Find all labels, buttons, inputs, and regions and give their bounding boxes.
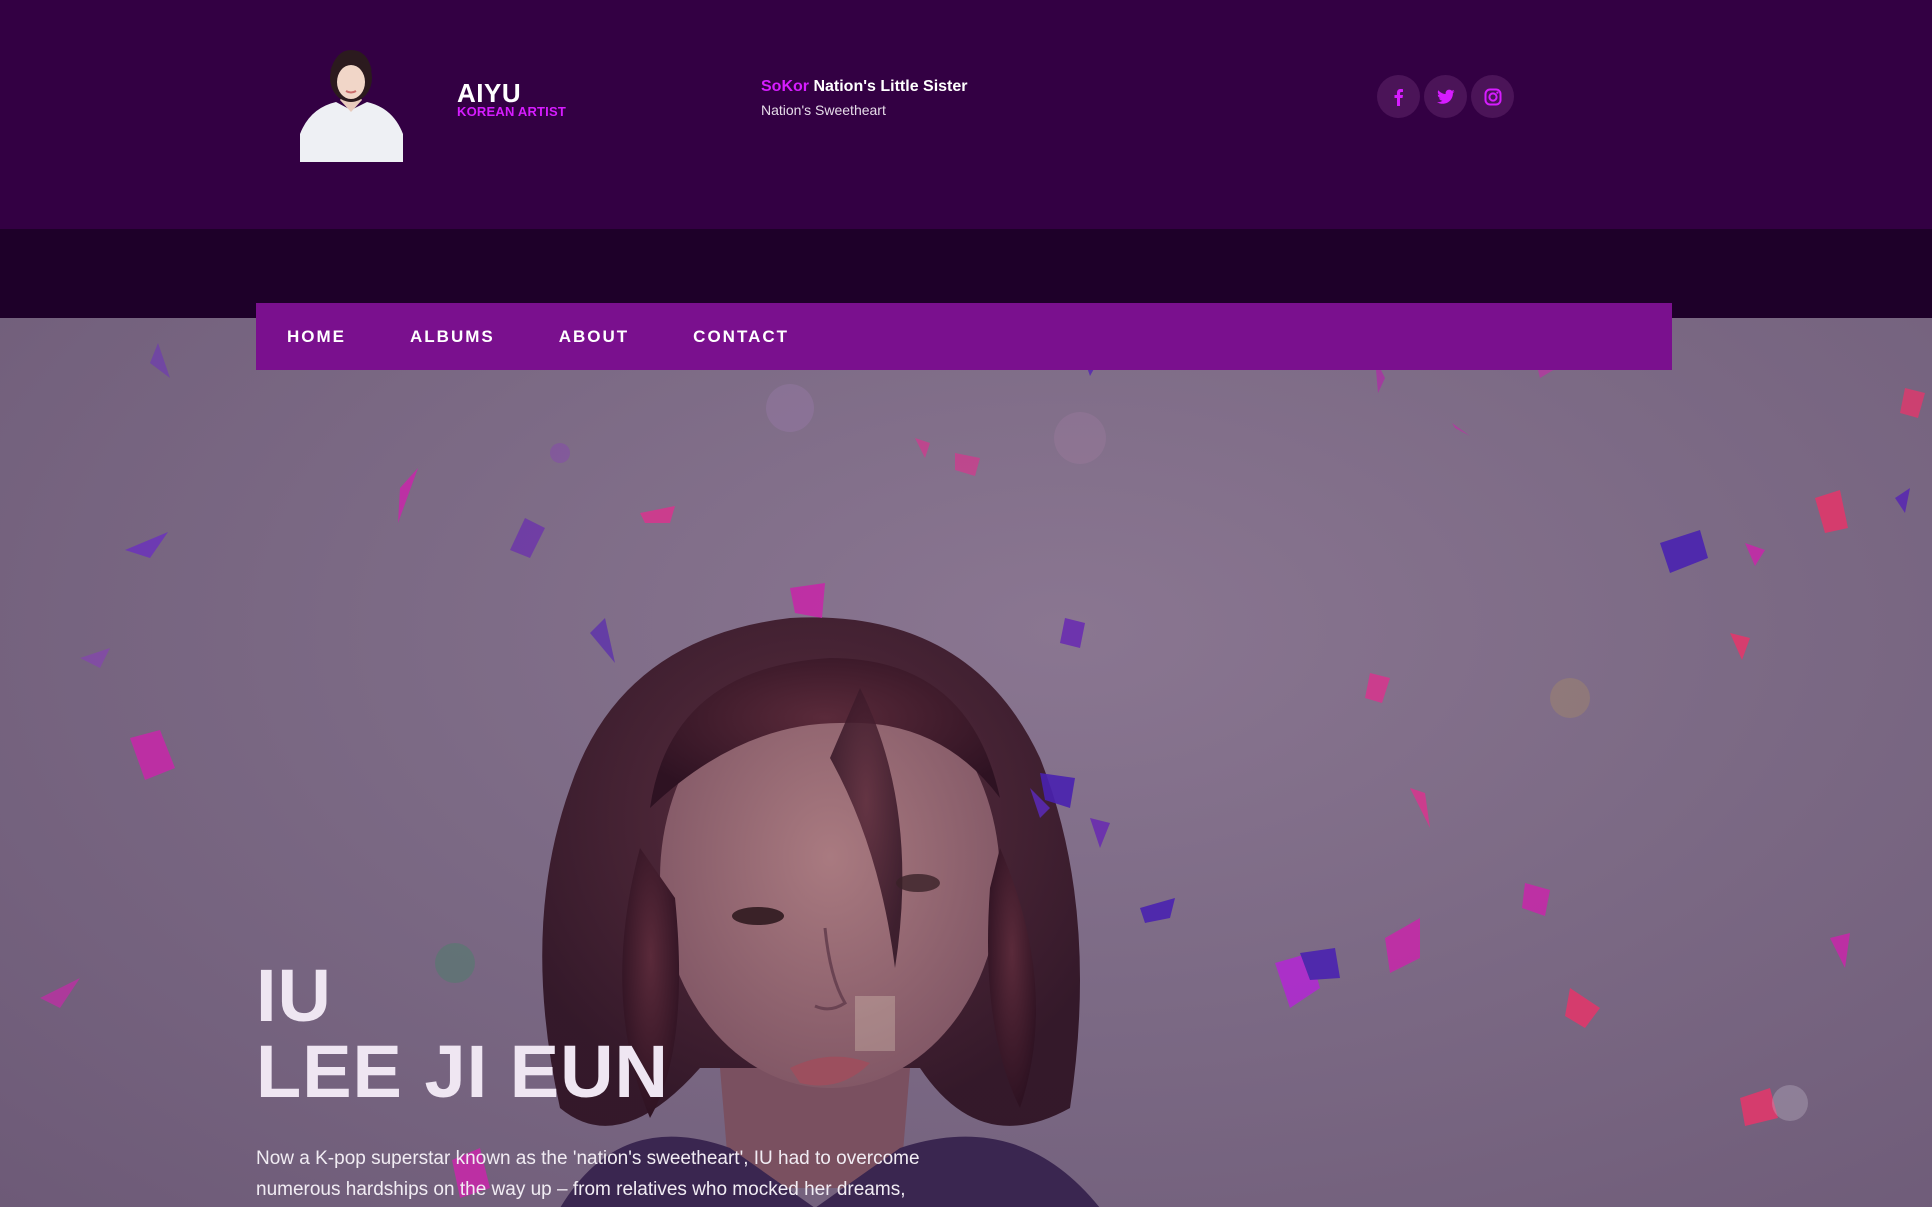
hero-section: IU LEE JI EUN Now a K-pop superstar know… <box>0 318 1932 1207</box>
twitter-icon[interactable] <box>1424 75 1467 118</box>
avatar <box>300 38 403 162</box>
nav-albums[interactable]: ALBUMS <box>378 327 527 347</box>
tagline-rest: Nation's Little Sister <box>813 78 968 95</box>
tagline-accent: SoKor <box>761 78 809 95</box>
tagline-secondary: Nation's Sweetheart <box>761 102 886 118</box>
nav-about[interactable]: ABOUT <box>527 327 661 347</box>
facebook-icon[interactable] <box>1377 75 1420 118</box>
brand-subtitle: KOREAN ARTIST <box>457 104 567 119</box>
page: AIYU KOREAN ARTIST SoKor Nation's Little… <box>0 0 1932 1207</box>
nav-contact[interactable]: CONTACT <box>661 327 821 347</box>
hero-title: IU LEE JI EUN <box>256 958 669 1110</box>
hero-title-line-2: LEE JI EUN <box>256 1030 669 1113</box>
main-nav: HOME ALBUMS ABOUT CONTACT <box>256 303 1672 370</box>
nav-home[interactable]: HOME <box>256 327 378 347</box>
tagline-primary: SoKor Nation's Little Sister <box>761 78 968 96</box>
site-header: AIYU KOREAN ARTIST SoKor Nation's Little… <box>0 0 1932 229</box>
hero-description: Now a K-pop superstar known as the 'nati… <box>256 1148 920 1200</box>
hero-title-line-1: IU <box>256 954 332 1037</box>
social-links <box>1377 75 1514 118</box>
instagram-icon[interactable] <box>1471 75 1514 118</box>
